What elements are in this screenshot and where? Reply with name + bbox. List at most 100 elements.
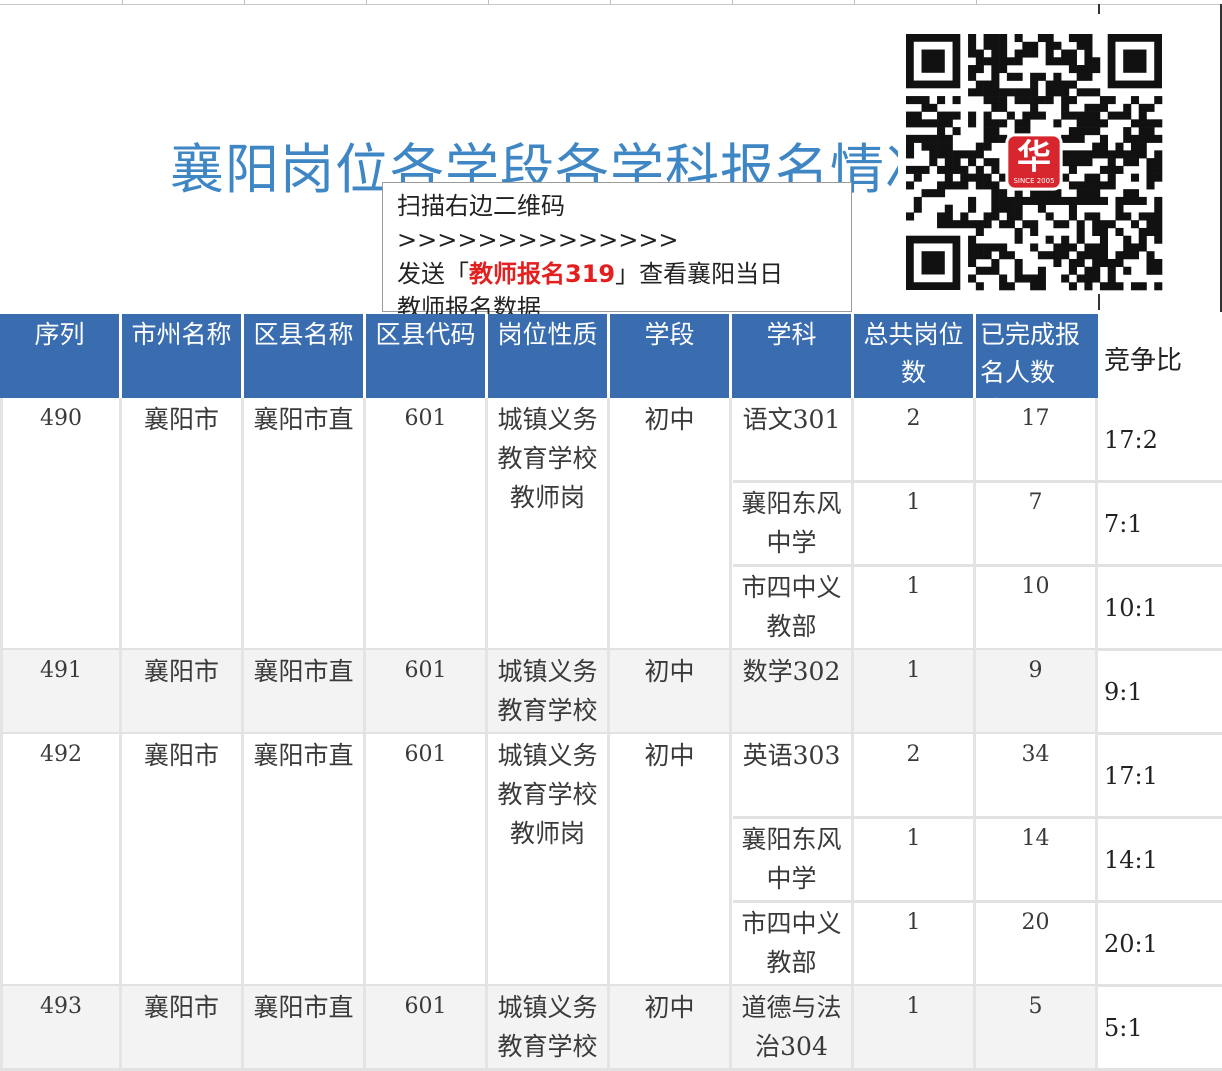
table-cell[interactable]: 初中: [610, 734, 732, 986]
cell-text: 1: [906, 658, 921, 683]
table-cell[interactable]: 493: [0, 986, 122, 1070]
cell-text: 601: [404, 658, 447, 683]
table-cell[interactable]: 襄阳市直: [244, 734, 366, 986]
cell-text: 市四中义教部: [741, 573, 842, 641]
table-cell[interactable]: 城镇义务教育学校: [488, 986, 610, 1070]
header-cell[interactable]: 学段: [610, 314, 732, 398]
competition-ratio: 17:1: [1104, 762, 1158, 790]
header-cell[interactable]: 已完成报名人数(报: [976, 314, 1098, 398]
table-cell[interactable]: 7: [976, 482, 1098, 566]
table-cell[interactable]: 2: [854, 398, 976, 482]
cell-text: 490: [40, 406, 82, 431]
table-cell[interactable]: 语文301: [732, 398, 854, 482]
table-cell[interactable]: 1: [854, 818, 976, 902]
note-text: 发送「: [397, 260, 469, 288]
table-cell[interactable]: 492: [0, 734, 122, 986]
table-cell[interactable]: 5: [976, 986, 1098, 1070]
qr-code-image[interactable]: 华 SINCE 2005: [898, 8, 1222, 314]
cell-text: 道德与法治304: [741, 993, 842, 1061]
row-divider: [733, 900, 1098, 903]
cell-text: 襄阳市: [143, 657, 219, 686]
header-cell[interactable]: 学科: [732, 314, 854, 398]
table-cell[interactable]: 17: [976, 398, 1098, 482]
table-cell[interactable]: 1: [854, 566, 976, 650]
table-cell[interactable]: 襄阳市: [122, 650, 244, 734]
note-line-2: 发送「教师报名319」查看襄阳当日: [397, 257, 837, 291]
cell-text: 34: [1021, 742, 1050, 767]
table-cell[interactable]: 襄阳市直: [244, 650, 366, 734]
row-divider: [1098, 480, 1222, 483]
table-cell[interactable]: 初中: [610, 986, 732, 1070]
cell-text: 1: [906, 574, 921, 599]
table-cell[interactable]: 34: [976, 734, 1098, 818]
header-cell[interactable]: 总共岗位数: [854, 314, 976, 398]
cell-text: 601: [404, 994, 447, 1019]
cell-text: 初中: [644, 741, 695, 770]
table-cell[interactable]: 城镇义务教育学校教师岗: [488, 398, 610, 650]
table-cell[interactable]: 14: [976, 818, 1098, 902]
cell-text: 城镇义务教育学校: [497, 657, 598, 725]
table-cell[interactable]: 601: [366, 734, 488, 986]
header-label: 学科: [766, 320, 817, 349]
table-cell[interactable]: 襄阳市: [122, 986, 244, 1070]
cell-text: 14: [1021, 826, 1050, 851]
table-cell[interactable]: 初中: [610, 398, 732, 650]
cell-text: 初中: [644, 657, 695, 686]
header-cell[interactable]: 区县代码: [366, 314, 488, 398]
cell-text: 初中: [644, 993, 695, 1022]
table-cell[interactable]: 1: [854, 986, 976, 1070]
competition-ratio: 9:1: [1104, 678, 1143, 706]
header-cell[interactable]: 区县名称: [244, 314, 366, 398]
cell-text: 9: [1028, 658, 1043, 683]
table-cell[interactable]: 道德与法治304: [732, 986, 854, 1070]
table-cell[interactable]: 初中: [610, 650, 732, 734]
row-divider: [733, 480, 1098, 483]
cell-text: 492: [40, 742, 82, 767]
table-cell[interactable]: 城镇义务教育学校教师岗: [488, 734, 610, 986]
note-text: 」查看襄阳当日: [615, 260, 784, 288]
header-label: 学段: [644, 320, 695, 349]
cell-text: 1: [906, 490, 921, 515]
table-cell[interactable]: 襄阳市直: [244, 398, 366, 650]
row-divider: [1098, 732, 1222, 735]
table-cell[interactable]: 601: [366, 650, 488, 734]
cell-text: 5: [1028, 994, 1043, 1019]
cell-text: 601: [404, 742, 447, 767]
table-cell[interactable]: 1: [854, 482, 976, 566]
table-cell[interactable]: 襄阳东风中学: [732, 482, 854, 566]
table-cell[interactable]: 襄阳市直: [244, 986, 366, 1070]
table-cell[interactable]: 襄阳市: [122, 734, 244, 986]
header-cell[interactable]: 市州名称: [122, 314, 244, 398]
cell-text: 493: [40, 994, 82, 1019]
cell-text: 市四中义教部: [741, 909, 842, 977]
table-cell[interactable]: 英语303: [732, 734, 854, 818]
table-cell[interactable]: 1: [854, 650, 976, 734]
table-cell[interactable]: 市四中义教部: [732, 566, 854, 650]
table-cell[interactable]: 2: [854, 734, 976, 818]
cell-text: 2: [906, 406, 921, 431]
cell-text: 襄阳市直: [253, 657, 354, 686]
competition-ratio: 14:1: [1104, 846, 1158, 874]
cell-text: 1: [906, 994, 921, 1019]
competition-ratio: 10:1: [1104, 594, 1158, 622]
table-cell[interactable]: 9: [976, 650, 1098, 734]
table-cell[interactable]: 市四中义教部: [732, 902, 854, 986]
table-cell[interactable]: 601: [366, 986, 488, 1070]
competition-ratio: 20:1: [1104, 930, 1158, 958]
table-cell[interactable]: 数学302: [732, 650, 854, 734]
row-divider: [1098, 648, 1222, 651]
header-cell[interactable]: 序列: [0, 314, 122, 398]
table-cell[interactable]: 10: [976, 566, 1098, 650]
table-header: 序列 市州名称区县名称区县代码岗位性质 学段 学科 总共岗位数已完成报名人数(报: [0, 314, 1098, 398]
table-cell[interactable]: 1: [854, 902, 976, 986]
table-cell[interactable]: 491: [0, 650, 122, 734]
table-cell[interactable]: 襄阳东风中学: [732, 818, 854, 902]
header-cell[interactable]: 岗位性质: [488, 314, 610, 398]
table-cell[interactable]: 20: [976, 902, 1098, 986]
table-cell[interactable]: 490: [0, 398, 122, 650]
cell-text: 17: [1021, 406, 1050, 431]
table-cell[interactable]: 襄阳市: [122, 398, 244, 650]
table-cell[interactable]: 城镇义务教育学校: [488, 650, 610, 734]
row-divider: [1098, 816, 1222, 819]
table-cell[interactable]: 601: [366, 398, 488, 650]
